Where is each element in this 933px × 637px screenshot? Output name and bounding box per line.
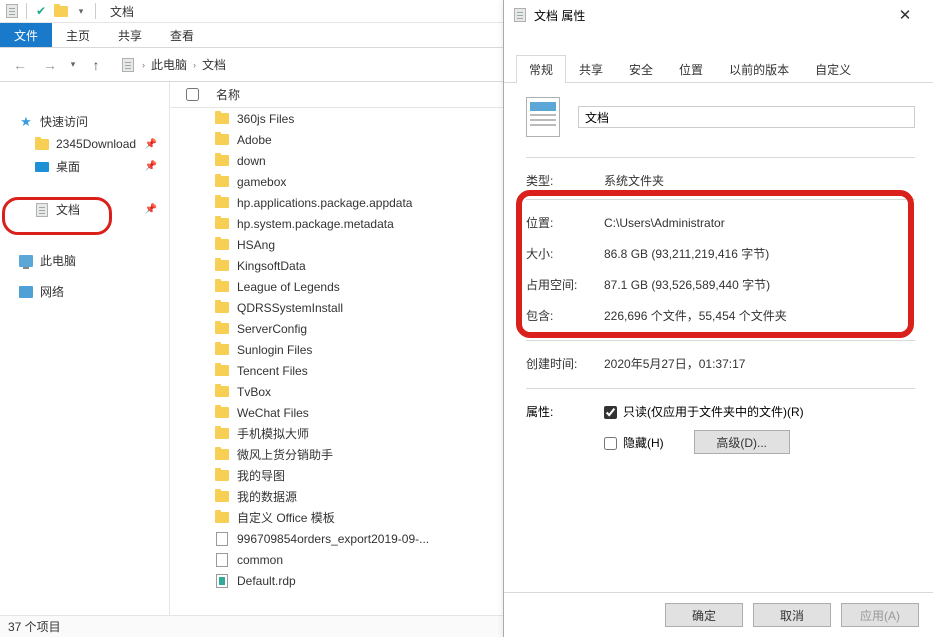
folder-icon bbox=[214, 300, 230, 316]
doc-icon bbox=[34, 202, 50, 218]
folder-icon bbox=[214, 195, 230, 211]
qat-properties-icon[interactable] bbox=[4, 3, 20, 19]
sidebar-quick-access[interactable]: 快速访问 bbox=[0, 110, 169, 133]
star-icon bbox=[18, 114, 34, 130]
file-icon bbox=[214, 531, 230, 547]
select-all-check[interactable] bbox=[186, 88, 214, 101]
tab-customize[interactable]: 自定义 bbox=[802, 55, 864, 83]
tab-share[interactable]: 共享 bbox=[104, 23, 156, 47]
sidebar-net-label: 网络 bbox=[40, 283, 64, 300]
sidebar-item-label: 2345Download bbox=[56, 137, 136, 151]
sidebar-item-2[interactable]: 文档 📌 bbox=[0, 198, 169, 221]
pin-icon: 📌 bbox=[145, 161, 157, 172]
properties-tabs: 常规 共享 安全 位置 以前的版本 自定义 bbox=[504, 54, 933, 83]
breadcrumb-docs[interactable]: 文档 bbox=[200, 56, 228, 73]
properties-body: 类型: 系统文件夹 位置: C:\Users\Administrator 大小:… bbox=[504, 83, 933, 592]
apply-button[interactable]: 应用(A) bbox=[841, 603, 919, 627]
qat-dropdown-icon[interactable] bbox=[73, 3, 89, 19]
file-icon bbox=[214, 552, 230, 568]
label-created: 创建时间: bbox=[526, 355, 604, 372]
folder-icon bbox=[214, 489, 230, 505]
properties-titlebar-icon bbox=[512, 7, 528, 23]
sidebar-item-0[interactable]: 2345Download 📌 bbox=[0, 133, 169, 155]
network-icon bbox=[18, 284, 34, 300]
folder-icon bbox=[214, 132, 230, 148]
forward-button[interactable] bbox=[36, 53, 64, 77]
value-location: C:\Users\Administrator bbox=[604, 216, 915, 230]
folder-icon bbox=[214, 468, 230, 484]
properties-titlebar: 文档 属性 ✕ bbox=[504, 0, 933, 30]
hidden-check[interactable]: 隐藏(H) bbox=[604, 434, 664, 451]
advanced-button[interactable]: 高级(D)... bbox=[694, 430, 790, 454]
sidebar-network[interactable]: 网络 bbox=[0, 280, 169, 303]
folder-icon bbox=[214, 174, 230, 190]
up-button[interactable] bbox=[82, 53, 110, 77]
folder-icon bbox=[214, 426, 230, 442]
folder-icon bbox=[214, 405, 230, 421]
folder-icon bbox=[214, 111, 230, 127]
close-button[interactable]: ✕ bbox=[885, 1, 925, 29]
pin-icon: 📌 bbox=[145, 204, 157, 215]
value-size-on-disk: 87.1 GB (93,526,589,440 字节) bbox=[604, 276, 915, 293]
properties-folder-icon bbox=[526, 97, 560, 137]
pc-icon bbox=[18, 253, 34, 269]
label-contains: 包含: bbox=[526, 307, 604, 324]
qat-check-icon[interactable]: ✔ bbox=[33, 3, 49, 19]
properties-dialog: 文档 属性 ✕ 常规 共享 安全 位置 以前的版本 自定义 类型: 系统文件夹 … bbox=[503, 0, 933, 637]
ok-button[interactable]: 确定 bbox=[665, 603, 743, 627]
label-attributes: 属性: bbox=[526, 403, 604, 420]
qat-folder-icon[interactable] bbox=[53, 3, 69, 19]
sidebar-item-1[interactable]: 桌面 📌 bbox=[0, 155, 169, 178]
tab-location[interactable]: 位置 bbox=[666, 55, 716, 83]
sidebar: 快速访问 2345Download 📌 桌面 📌 文档 📌 此电脑 网络 bbox=[0, 82, 170, 615]
value-size: 86.8 GB (93,211,219,416 字节) bbox=[604, 245, 915, 262]
breadcrumb-pc[interactable]: 此电脑 bbox=[149, 56, 189, 73]
folder-icon bbox=[214, 237, 230, 253]
sidebar-item-label: 文档 bbox=[56, 201, 80, 218]
folder-icon bbox=[214, 153, 230, 169]
rdp-icon bbox=[214, 573, 230, 589]
value-created: 2020年5月27日，01:37:17 bbox=[604, 355, 915, 372]
sidebar-this-pc[interactable]: 此电脑 bbox=[0, 249, 169, 272]
folder-icon bbox=[214, 321, 230, 337]
value-type: 系统文件夹 bbox=[604, 172, 915, 189]
folder-icon bbox=[214, 216, 230, 232]
desktop-icon bbox=[34, 159, 50, 175]
cancel-button[interactable]: 取消 bbox=[753, 603, 831, 627]
properties-title: 文档 属性 bbox=[534, 7, 585, 24]
tab-general[interactable]: 常规 bbox=[516, 55, 566, 83]
label-location: 位置: bbox=[526, 214, 604, 231]
folder-icon bbox=[34, 136, 50, 152]
tab-home[interactable]: 主页 bbox=[52, 23, 104, 47]
pin-icon: 📌 bbox=[145, 139, 157, 150]
folder-icon bbox=[214, 258, 230, 274]
tab-previous[interactable]: 以前的版本 bbox=[716, 55, 802, 83]
tab-security[interactable]: 安全 bbox=[616, 55, 666, 83]
sidebar-item-gap bbox=[0, 178, 169, 198]
label-size-on-disk: 占用空间: bbox=[526, 276, 604, 293]
folder-icon bbox=[214, 447, 230, 463]
properties-buttons: 确定 取消 应用(A) bbox=[504, 592, 933, 637]
history-dropdown[interactable] bbox=[66, 53, 80, 77]
sidebar-item-blank1[interactable] bbox=[0, 221, 169, 241]
folder-icon bbox=[214, 510, 230, 526]
properties-name-input[interactable] bbox=[578, 106, 915, 128]
readonly-check[interactable]: 只读(仅应用于文件夹中的文件)(R) bbox=[604, 403, 804, 420]
sidebar-quick-label: 快速访问 bbox=[40, 113, 88, 130]
status-count: 37 个项目 bbox=[8, 618, 61, 635]
folder-icon bbox=[214, 279, 230, 295]
folder-icon bbox=[214, 342, 230, 358]
folder-icon bbox=[214, 363, 230, 379]
tab-view[interactable]: 查看 bbox=[156, 23, 208, 47]
window-title: 文档 bbox=[110, 3, 134, 20]
folder-icon bbox=[214, 384, 230, 400]
sidebar-item-label: 桌面 bbox=[56, 158, 80, 175]
tab-sharing[interactable]: 共享 bbox=[566, 55, 616, 83]
value-contains: 226,696 个文件，55,454 个文件夹 bbox=[604, 307, 915, 324]
label-size: 大小: bbox=[526, 245, 604, 262]
tab-file[interactable]: 文件 bbox=[0, 23, 52, 47]
label-type: 类型: bbox=[526, 172, 604, 189]
back-button[interactable] bbox=[6, 53, 34, 77]
sidebar-pc-label: 此电脑 bbox=[40, 252, 76, 269]
